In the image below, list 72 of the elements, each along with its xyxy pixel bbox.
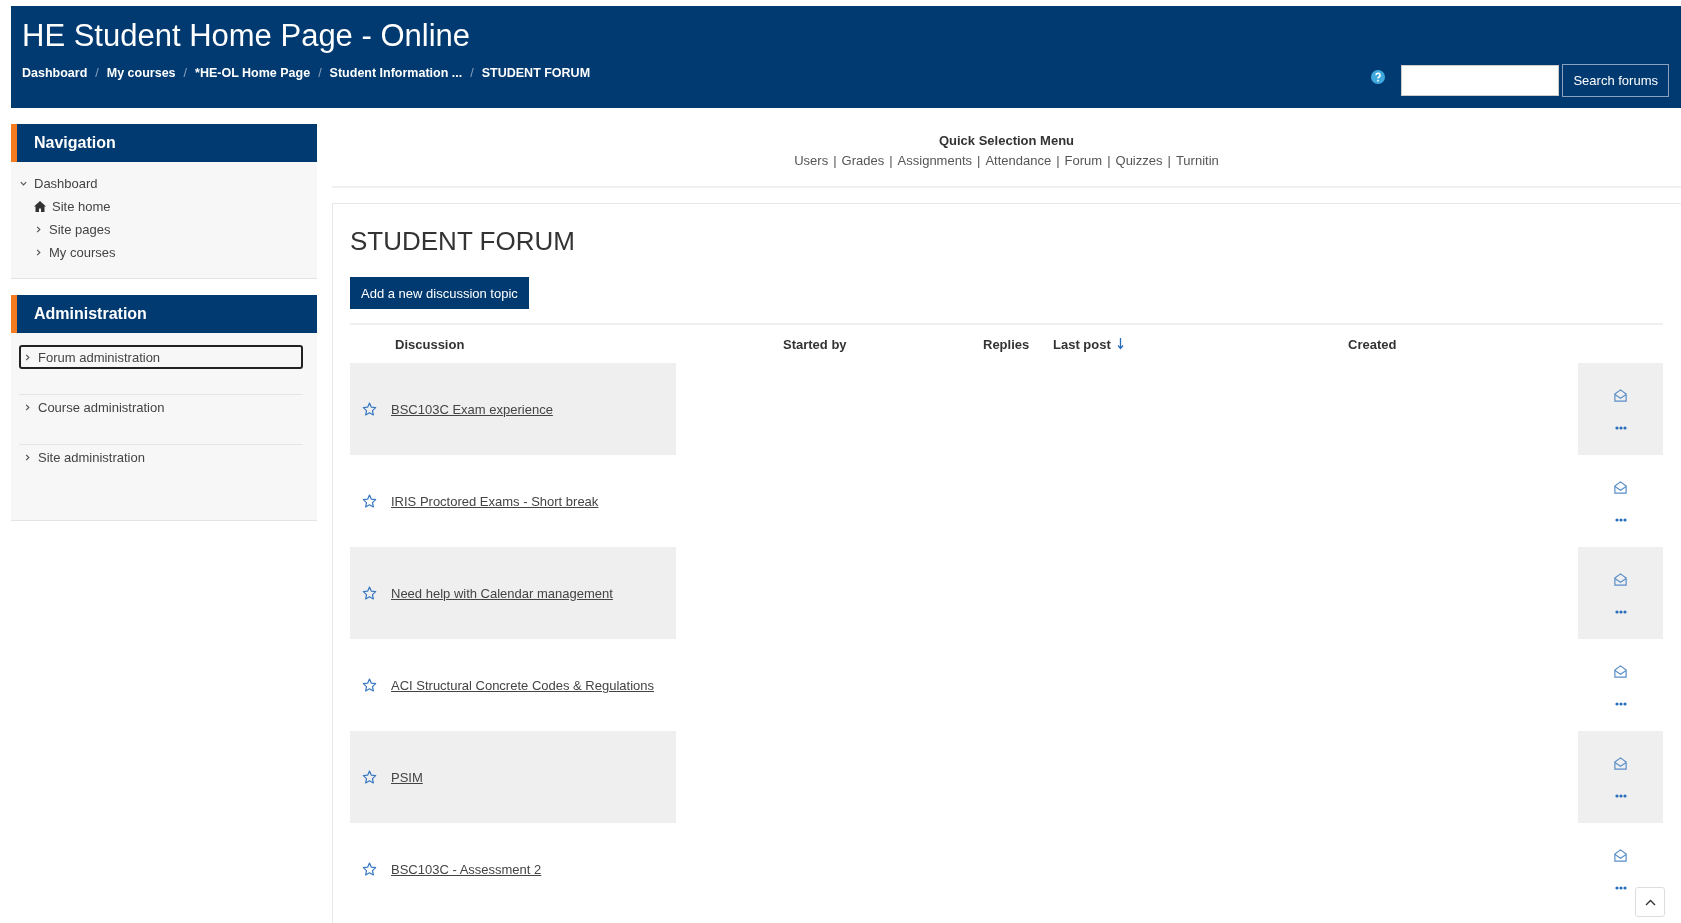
search-button[interactable]: Search forums [1562, 64, 1669, 97]
breadcrumb-separator: / [470, 66, 474, 80]
breadcrumb-separator: / [95, 66, 99, 80]
column-header[interactable]: Last post [1053, 336, 1124, 352]
quick-link[interactable]: Grades [841, 153, 885, 168]
caret-up-icon [1644, 898, 1656, 906]
link-separator: | [1107, 153, 1111, 168]
nav-item[interactable]: Site pages [34, 218, 317, 241]
nav-item[interactable]: Course administration [19, 395, 303, 419]
nav-item[interactable]: My courses [34, 241, 317, 264]
more-icon [1614, 609, 1627, 614]
column-header[interactable]: Started by [783, 336, 847, 352]
more-icon [1614, 885, 1627, 890]
nav-item[interactable]: Dashboard [19, 172, 317, 195]
quick-link[interactable]: Assignments [897, 153, 972, 168]
discussion-link[interactable]: Need help with Calendar management [391, 585, 613, 601]
column-header[interactable]: Replies [983, 336, 1030, 352]
menu-title: Quick Selection Menu [937, 133, 1076, 148]
breadcrumb-link[interactable]: Dashboard [22, 66, 88, 80]
more-icon [1614, 425, 1627, 430]
block-title: Administration [11, 295, 317, 333]
link-separator: | [1056, 153, 1060, 168]
breadcrumb-link[interactable]: My courses [106, 66, 176, 80]
search-field[interactable] [1401, 65, 1560, 96]
breadcrumb-separator: / [183, 66, 188, 80]
nav-item[interactable]: Site home [34, 195, 317, 218]
envelope-icon [1613, 756, 1628, 772]
quick-link[interactable]: Forum [1064, 153, 1103, 168]
sort-arrow-icon [1116, 337, 1124, 350]
discussion-link[interactable]: IRIS Proctored Exams - Short break [391, 493, 599, 509]
quick-link[interactable]: Users [794, 153, 829, 168]
nav-label: Forum administration [38, 349, 161, 365]
more-icon [1614, 701, 1627, 706]
nav-label: Site home [52, 199, 111, 214]
help-icon [1371, 69, 1386, 84]
quick-link[interactable]: Attendance [985, 153, 1052, 168]
nav-label: My courses [49, 245, 116, 260]
column-header[interactable]: Discussion [395, 336, 465, 352]
breadcrumb-link[interactable]: STUDENT FORUM [481, 66, 591, 80]
nav-label: Course administration [38, 399, 165, 415]
breadcrumb-link[interactable]: *HE-OL Home Page [195, 66, 311, 80]
envelope-icon [1613, 848, 1628, 864]
scroll-top-button[interactable] [1635, 887, 1665, 917]
quick-link[interactable]: Quizzes [1115, 153, 1163, 168]
link-separator: | [1167, 153, 1171, 168]
discussion-link[interactable]: BSC103C - Assessment 2 [391, 861, 542, 877]
page-title: HE Student Home Page - Online [22, 17, 472, 54]
nav-item[interactable]: Site administration [19, 445, 303, 469]
breadcrumb-separator: / [318, 66, 322, 80]
block-title: Navigation [11, 124, 317, 162]
home-icon [34, 201, 46, 212]
nav-label: Site administration [38, 449, 145, 465]
envelope-icon [1613, 572, 1628, 588]
envelope-icon [1613, 388, 1628, 404]
nav-label: Site pages [49, 222, 111, 237]
more-icon [1614, 517, 1627, 522]
add-topic-button[interactable]: Add a new discussion topic [350, 277, 529, 309]
quick-link[interactable]: Turnitin [1175, 153, 1219, 168]
link-separator: | [977, 153, 981, 168]
forum-heading: STUDENT FORUM [350, 226, 576, 257]
envelope-icon [1613, 480, 1628, 496]
nav-item[interactable]: Forum administration [19, 345, 303, 369]
more-icon [1614, 793, 1627, 798]
link-separator: | [833, 153, 837, 168]
discussion-link[interactable]: BSC103C Exam experience [391, 401, 553, 417]
breadcrumb-link[interactable]: Student Information ... [329, 66, 463, 80]
discussion-link[interactable]: ACI Structural Concrete Codes & Regulations [391, 677, 654, 693]
link-separator: | [889, 153, 893, 168]
envelope-icon [1613, 664, 1628, 680]
discussion-link[interactable]: PSIM [391, 769, 423, 785]
nav-label: Dashboard [34, 176, 98, 191]
column-header[interactable]: Created [1348, 336, 1397, 352]
